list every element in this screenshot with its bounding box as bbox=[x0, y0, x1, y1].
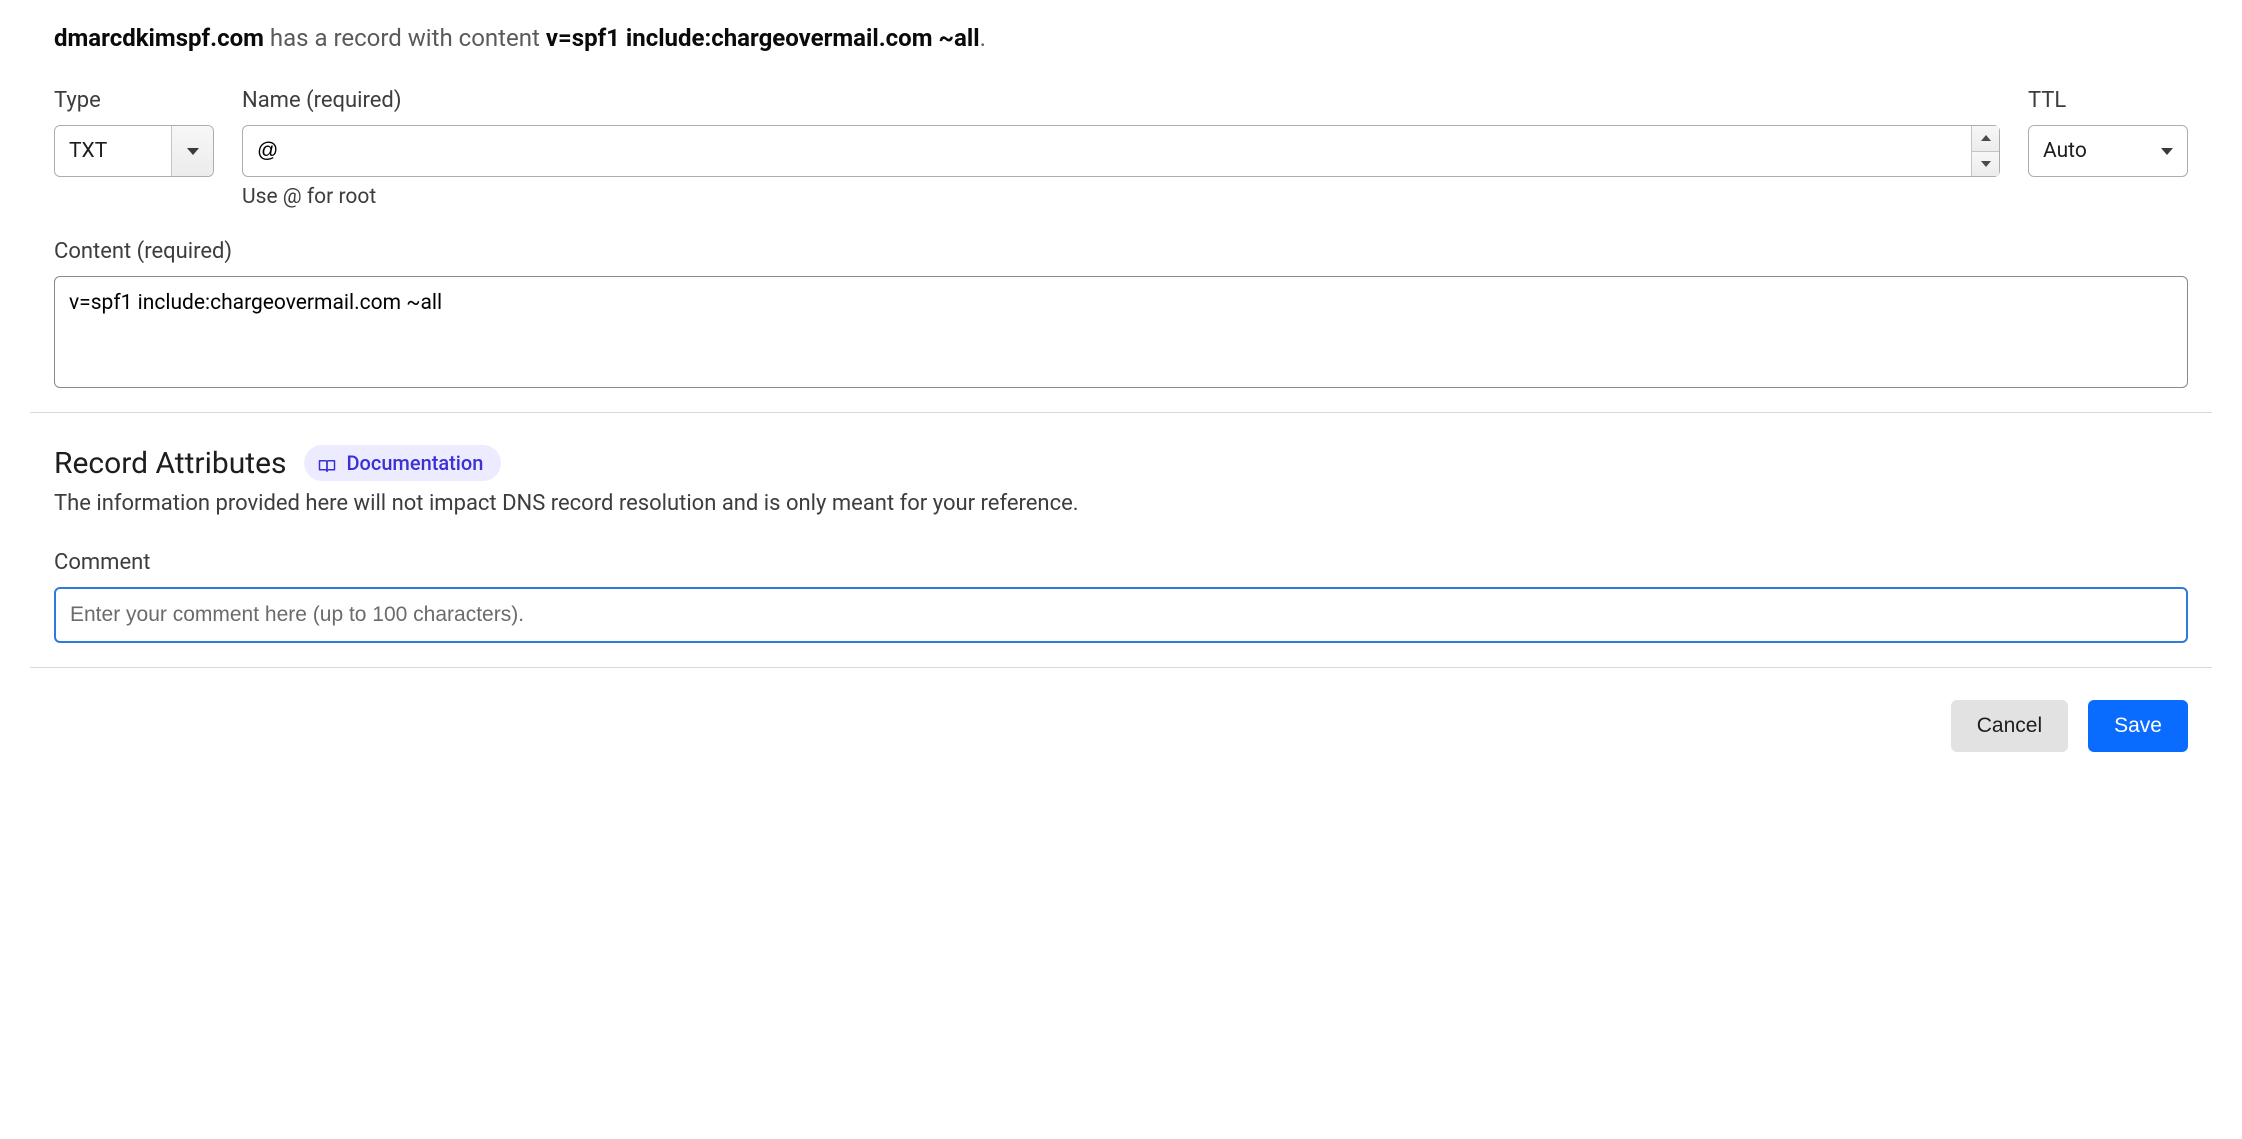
heading-tail: . bbox=[980, 24, 986, 52]
name-input-wrap bbox=[242, 125, 2000, 177]
chevron-down-icon bbox=[187, 148, 199, 155]
type-label: Type bbox=[54, 88, 214, 113]
name-label: Name (required) bbox=[242, 88, 2000, 113]
heading-domain: dmarcdkimspf.com bbox=[54, 24, 264, 52]
divider bbox=[30, 412, 2212, 413]
heading-sentence: dmarcdkimspf.com has a record with conte… bbox=[54, 24, 2188, 52]
comment-label: Comment bbox=[54, 550, 2188, 575]
ttl-label: TTL bbox=[2028, 88, 2188, 113]
name-input[interactable] bbox=[243, 126, 1971, 176]
documentation-link[interactable]: Documentation bbox=[304, 445, 501, 481]
comment-input[interactable] bbox=[54, 587, 2188, 643]
ttl-select-value: Auto bbox=[2043, 139, 2087, 163]
divider bbox=[30, 667, 2212, 668]
cancel-button[interactable]: Cancel bbox=[1951, 700, 2068, 752]
name-helper: Use @ for root bbox=[242, 185, 2000, 209]
heading-content-value: v=spf1 include:chargeovermail.com ~all bbox=[546, 24, 980, 52]
content-textarea[interactable] bbox=[54, 276, 2188, 388]
name-stepper-down[interactable] bbox=[1972, 152, 1999, 177]
heading-mid: has a record with content bbox=[264, 24, 546, 52]
record-attributes-description: The information provided here will not i… bbox=[54, 491, 2188, 516]
chevron-down-icon bbox=[2161, 148, 2173, 155]
ttl-select[interactable]: Auto bbox=[2028, 125, 2188, 177]
content-label: Content (required) bbox=[54, 239, 2188, 264]
type-select-value: TXT bbox=[55, 126, 171, 176]
book-icon bbox=[318, 455, 336, 471]
caret-up-icon bbox=[1981, 135, 1991, 141]
type-select-caret[interactable] bbox=[171, 126, 213, 176]
record-attributes-title: Record Attributes bbox=[54, 446, 286, 481]
name-stepper-up[interactable] bbox=[1972, 126, 1999, 152]
save-button[interactable]: Save bbox=[2088, 700, 2188, 752]
caret-down-icon bbox=[1981, 161, 1991, 167]
documentation-label: Documentation bbox=[346, 451, 483, 475]
type-select[interactable]: TXT bbox=[54, 125, 214, 177]
